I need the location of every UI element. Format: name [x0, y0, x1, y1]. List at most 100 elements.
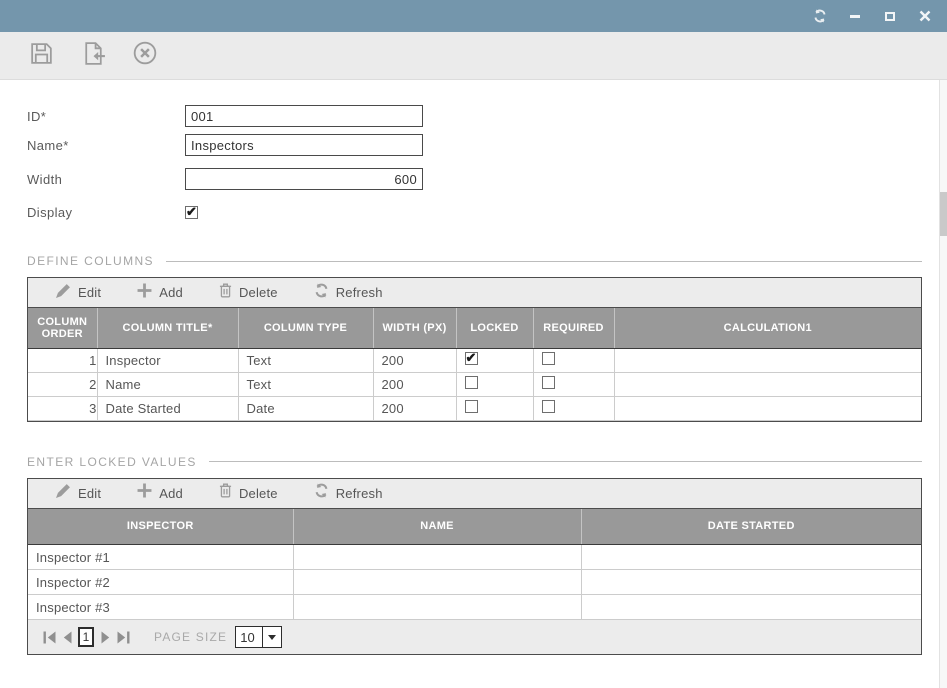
add-button-label: Add	[159, 486, 183, 501]
locked-values-title: ENTER LOCKED VALUES	[27, 455, 197, 469]
cell-date-started	[581, 570, 921, 595]
required-checkbox[interactable]	[542, 400, 555, 413]
width-field[interactable]	[185, 168, 423, 190]
define-columns-table: COLUMN ORDER COLUMN TITLE* COLUMN TYPE W…	[28, 308, 921, 421]
form-row-width: Width	[27, 168, 922, 190]
display-checkbox[interactable]	[185, 206, 198, 219]
column-header-name[interactable]: NAME	[293, 509, 581, 545]
column-header-order[interactable]: COLUMN ORDER	[28, 308, 97, 348]
define-columns-section-header: DEFINE COLUMNS	[27, 253, 922, 269]
id-field[interactable]	[185, 105, 423, 127]
cell-name	[293, 595, 581, 620]
cell-required	[533, 348, 614, 372]
refresh-icon	[314, 483, 329, 503]
cell-order: 2	[28, 372, 97, 396]
edit-pencil-icon	[56, 483, 71, 503]
cell-date-started	[581, 545, 921, 570]
column-header-locked[interactable]: LOCKED	[456, 308, 533, 348]
display-label: Display	[27, 205, 185, 220]
cell-order: 1	[28, 348, 97, 372]
add-plus-icon	[137, 283, 152, 303]
column-header-type[interactable]: COLUMN TYPE	[238, 308, 373, 348]
next-page-button[interactable]	[96, 628, 114, 646]
edit-button-label: Edit	[78, 486, 101, 501]
column-header-width[interactable]: WIDTH (PX)	[373, 308, 456, 348]
id-label: ID*	[27, 109, 185, 124]
cell-width: 200	[373, 372, 456, 396]
add-button[interactable]: Add	[137, 283, 183, 303]
required-checkbox[interactable]	[542, 376, 555, 389]
current-page-indicator[interactable]: 1	[78, 627, 94, 647]
table-row[interactable]: 1 Inspector Text 200	[28, 348, 921, 372]
import-button[interactable]	[79, 42, 107, 70]
page-size-select[interactable]: 10	[235, 626, 282, 648]
name-field[interactable]	[185, 134, 423, 156]
last-page-button[interactable]	[114, 628, 132, 646]
page-size-label: PAGE SIZE	[154, 630, 227, 644]
scrollbar-thumb[interactable]	[940, 192, 947, 236]
previous-page-button[interactable]	[58, 628, 76, 646]
vertical-scrollbar[interactable]	[939, 80, 947, 688]
table-row[interactable]: Inspector #3	[28, 595, 921, 620]
delete-button-label: Delete	[239, 486, 278, 501]
define-columns-grid: Edit Add Delete	[27, 277, 922, 422]
cell-name	[293, 545, 581, 570]
required-checkbox[interactable]	[542, 352, 555, 365]
table-row[interactable]: 2 Name Text 200	[28, 372, 921, 396]
table-row[interactable]: 3 Date Started Date 200	[28, 396, 921, 420]
save-button[interactable]	[27, 42, 55, 70]
edit-button[interactable]: Edit	[56, 283, 101, 303]
cell-locked	[456, 372, 533, 396]
form-row-id: ID*	[27, 105, 922, 127]
locked-values-table: INSPECTOR NAME DATE STARTED Inspector #1…	[28, 509, 921, 621]
cell-type: Text	[238, 372, 373, 396]
main-content: ID* Name* Width Display DEFINE COLUMNS E…	[27, 105, 922, 655]
refresh-icon	[314, 283, 329, 303]
refresh-button[interactable]: Refresh	[314, 283, 383, 303]
cell-title: Inspector	[97, 348, 238, 372]
import-document-icon	[80, 40, 107, 72]
section-rule	[166, 261, 922, 262]
cell-name	[293, 570, 581, 595]
refresh-button[interactable]: Refresh	[314, 483, 383, 503]
cell-inspector: Inspector #3	[28, 595, 293, 620]
cell-calculation	[614, 348, 921, 372]
table-row[interactable]: Inspector #2	[28, 570, 921, 595]
table-row[interactable]: Inspector #1	[28, 545, 921, 570]
edit-button[interactable]: Edit	[56, 483, 101, 503]
column-header-calculation[interactable]: CALCULATION1	[614, 308, 921, 348]
app-toolbar	[0, 32, 947, 80]
locked-checkbox[interactable]	[465, 376, 478, 389]
cell-calculation	[614, 372, 921, 396]
chevron-down-icon	[263, 626, 282, 648]
minimize-icon[interactable]	[847, 8, 863, 24]
cell-title: Date Started	[97, 396, 238, 420]
column-header-title[interactable]: COLUMN TITLE*	[97, 308, 238, 348]
locked-checkbox[interactable]	[465, 352, 478, 365]
delete-button[interactable]: Delete	[219, 283, 278, 303]
cell-inspector: Inspector #2	[28, 570, 293, 595]
define-columns-toolbar: Edit Add Delete	[28, 278, 921, 308]
form-row-name: Name*	[27, 134, 922, 156]
cell-required	[533, 396, 614, 420]
cancel-button[interactable]	[131, 42, 159, 70]
save-icon	[28, 40, 55, 72]
first-page-button[interactable]	[40, 628, 58, 646]
delete-button[interactable]: Delete	[219, 483, 278, 503]
add-plus-icon	[137, 483, 152, 503]
column-header-required[interactable]: REQUIRED	[533, 308, 614, 348]
cell-locked	[456, 348, 533, 372]
locked-checkbox[interactable]	[465, 400, 478, 413]
width-label: Width	[27, 172, 185, 187]
maximize-icon[interactable]	[882, 8, 898, 24]
section-rule	[209, 461, 922, 462]
column-header-inspector[interactable]: INSPECTOR	[28, 509, 293, 545]
define-columns-title: DEFINE COLUMNS	[27, 254, 154, 268]
edit-button-label: Edit	[78, 285, 101, 300]
close-icon[interactable]	[917, 8, 933, 24]
column-header-date-started[interactable]: DATE STARTED	[581, 509, 921, 545]
sync-icon[interactable]	[812, 8, 828, 24]
cell-width: 200	[373, 348, 456, 372]
cancel-icon	[131, 39, 159, 72]
add-button[interactable]: Add	[137, 483, 183, 503]
